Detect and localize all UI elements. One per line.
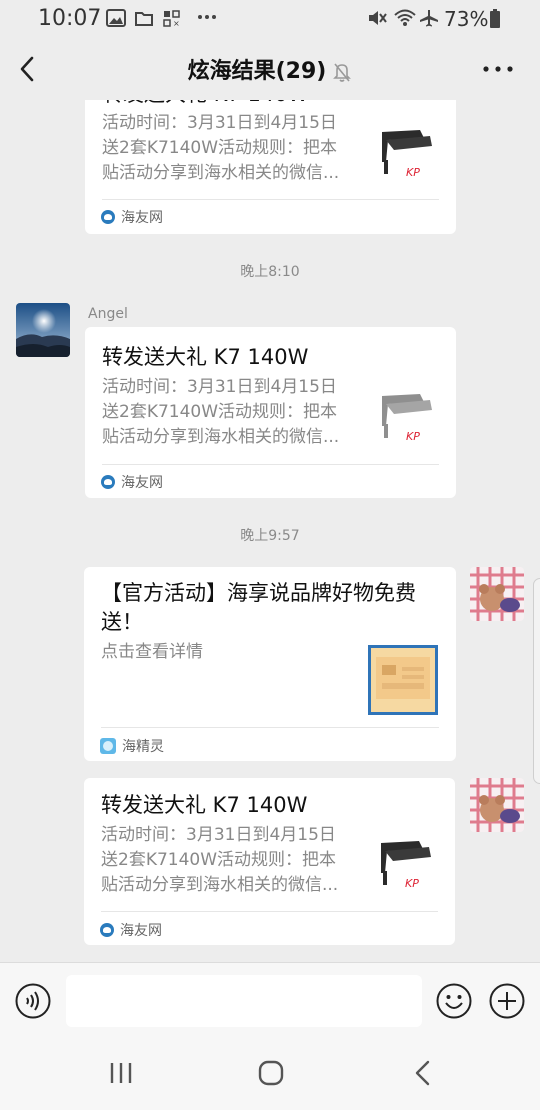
card-desc-line: 送2套K7140W活动规则：把本 [101,850,337,870]
card-source: 海友网 [100,920,162,940]
plus-icon[interactable] [489,983,525,1019]
chat-title-wrap: 炫海结果(29) [0,53,540,85]
message-card[interactable]: 转发送大礼 K7 140W 活动时间：3月31日到4月15日 送2套K7140W… [84,778,455,945]
message-input[interactable] [66,975,422,1027]
card-desc-line: 贴活动分享到海水相关的微信... [102,427,340,447]
home-icon[interactable] [258,1060,284,1086]
card-desc-line: 活动时间：3月31日到4月15日 [101,825,336,845]
sender-name: Angel [88,306,128,322]
source-logo-icon [101,475,115,489]
product-thumbnail: KP [376,388,438,454]
svg-text:KP: KP [406,430,420,443]
card-source-name: 海友网 [121,210,163,226]
chat-title: 炫海结果(29) [187,59,327,84]
chat-header: 炫海结果(29) [0,38,540,100]
battery-icon [490,9,500,28]
app-icon: × [163,10,180,27]
avatar-image [470,778,524,832]
image-icon [106,9,126,27]
input-bar [0,962,540,1038]
card-desc-line: 活动时间：3月31日到4月15日 [102,113,337,133]
card-title: 【官方活动】海享说品牌好物免费送！ [101,581,416,634]
card-source: 海友网 [101,207,163,227]
message-card[interactable]: 【官方活动】海享说品牌好物免费送！ 点击查看详情 海精灵 [84,567,456,761]
card-divider [102,199,439,200]
source-logo-icon [101,210,115,224]
status-bar: 10:07 × 73% [0,0,540,38]
source-logo-icon [100,738,116,754]
recent-apps-icon[interactable] [108,1060,134,1086]
svg-text:KP: KP [405,877,419,890]
article-thumbnail [368,645,438,715]
voice-icon[interactable] [15,983,51,1019]
card-divider [101,727,439,728]
card-title: 转发送大礼 K7 140W [101,793,308,817]
more-dots-icon [198,15,216,19]
card-source: 海友网 [101,472,163,492]
system-nav-bar [0,1038,540,1110]
back-nav-icon[interactable] [412,1060,434,1086]
card-source: 海精灵 [100,736,164,756]
edge-panel-handle[interactable] [533,578,540,784]
airplane-icon [420,10,438,27]
more-options-icon[interactable] [478,52,518,86]
timestamp: 晚上9:57 [240,528,300,544]
card-source-name: 海友网 [121,475,163,491]
card-desc-line: 送2套K7140W活动规则：把本 [102,138,338,158]
folder-icon [135,12,153,26]
status-time: 10:07 [38,6,102,31]
avatar-image [16,303,70,357]
card-divider [102,464,439,465]
card-title: 转发送大礼 K7 140W [102,345,309,369]
avatar-image [470,567,524,621]
mute-icon [369,11,387,25]
my-avatar[interactable] [470,567,524,621]
svg-text:×: × [173,19,180,27]
message-card[interactable]: 转发送大礼 K7 140W 活动时间：3月31日到4月15日 送2套K7140W… [85,100,456,234]
card-desc-line: 点击查看详情 [101,642,203,662]
svg-text:KP: KP [406,166,420,179]
card-desc-line: 活动时间：3月31日到4月15日 [102,377,337,397]
card-desc-line: 送2套K7140W活动规则：把本 [102,402,338,422]
avatar[interactable] [16,303,70,357]
card-source-name: 海精灵 [122,739,164,755]
chat-messages[interactable]: 转发送大礼 K7 140W 活动时间：3月31日到4月15日 送2套K7140W… [0,100,540,962]
card-desc-line: 贴活动分享到海水相关的微信... [102,163,340,183]
mute-notification-icon [333,63,352,82]
card-title: 转发送大礼 K7 140W [102,100,438,109]
card-desc-line: 贴活动分享到海水相关的微信... [101,875,339,895]
battery-percent: 73% [444,7,489,31]
card-source-name: 海友网 [120,923,162,939]
my-avatar[interactable] [470,778,524,832]
product-thumbnail: KP [375,835,437,901]
timestamp: 晚上8:10 [240,264,300,280]
wifi-icon [394,9,416,26]
message-card[interactable]: 转发送大礼 K7 140W 活动时间：3月31日到4月15日 送2套K7140W… [85,327,456,498]
product-thumbnail: KP [376,124,438,190]
emoji-icon[interactable] [436,983,472,1019]
card-divider [101,911,438,912]
source-logo-icon [100,923,114,937]
